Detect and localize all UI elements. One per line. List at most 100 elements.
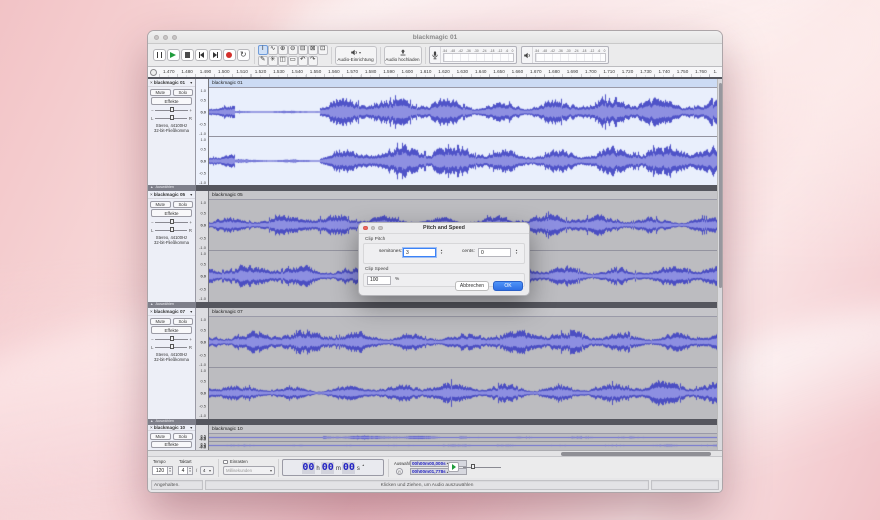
select-button[interactable]: Auswählen — [155, 420, 174, 424]
audio-setup-button[interactable]: ▾ Audio-Einrichtung — [335, 46, 377, 65]
selection-tool-button[interactable]: I — [258, 45, 268, 55]
ok-button[interactable]: OK — [493, 281, 523, 291]
vertical-scale-ruler[interactable]: 1.00.50.0-0.5-1.01.00.50.0-0.5-1.0 — [196, 79, 209, 191]
clip-title[interactable]: blackmagic 10 — [209, 425, 722, 434]
waveform-channel[interactable] — [209, 442, 722, 449]
slider-thumb[interactable] — [170, 107, 174, 112]
solo-button[interactable]: Solo — [173, 89, 194, 96]
record-button[interactable] — [223, 49, 236, 62]
pause-button[interactable] — [153, 49, 166, 62]
track-name[interactable]: blackmagic 07 — [154, 309, 189, 314]
select-button[interactable]: Auswählen — [155, 303, 174, 307]
mute-button[interactable]: Mute — [150, 433, 171, 440]
clip-area[interactable]: blackmagic 07 — [209, 308, 722, 425]
effects-button[interactable]: Effekte — [151, 97, 192, 105]
vertical-scale-ruler[interactable]: 1.00.50.0-0.5-1.01.00.50.0-0.5-1.0 — [196, 308, 209, 425]
skip-start-button[interactable] — [195, 49, 208, 62]
waveform-channel[interactable] — [209, 368, 722, 418]
play-speed-slider-thumb[interactable] — [471, 464, 475, 469]
clip-title[interactable]: blackmagic 07 — [209, 308, 722, 317]
envelope-tool-button[interactable]: ∿ — [268, 45, 278, 55]
collapse-icon[interactable]: ▲ — [150, 303, 153, 307]
cents-input[interactable]: 0 — [478, 248, 511, 257]
waveform-channel[interactable] — [209, 137, 722, 185]
audio-position-display[interactable]: 00h 00m 00s ▴ — [282, 459, 384, 476]
slider-thumb[interactable] — [170, 115, 174, 120]
track-close-icon[interactable]: × — [150, 80, 153, 85]
track-menu-caret-icon[interactable]: ▼ — [190, 193, 193, 197]
semitones-stepper[interactable]: ▲▼ — [439, 248, 444, 257]
vertical-scrollbar-thumb[interactable] — [719, 83, 723, 288]
track-menu-caret-icon[interactable]: ▼ — [190, 310, 193, 314]
pan-slider[interactable]: LR — [151, 344, 192, 350]
mute-button[interactable]: Mute — [150, 201, 171, 208]
fit-project-button[interactable]: ⊡ — [318, 45, 328, 55]
skip-end-button[interactable] — [209, 49, 222, 62]
clip-speed-input[interactable]: 100 — [367, 276, 391, 285]
waveform-channel[interactable] — [209, 88, 722, 136]
slider-thumb[interactable] — [170, 219, 174, 224]
clip-title[interactable]: blackmagic 01 — [209, 79, 722, 88]
cents-stepper[interactable]: ▲▼ — [514, 248, 519, 257]
timeline-options-icon[interactable] — [150, 69, 157, 76]
undo-button[interactable]: ↶ — [298, 56, 308, 66]
clip-area[interactable]: blackmagic 10 — [209, 425, 722, 450]
pan-slider[interactable]: LR — [151, 115, 192, 121]
time-format-caret-icon[interactable]: ▴ — [362, 463, 364, 467]
trim-audio-button[interactable]: ◫ — [278, 56, 288, 66]
mute-button[interactable]: Mute — [150, 318, 171, 325]
vertical-scale-ruler[interactable]: 1.00.50.0-0.5-1.01.00.50.0-0.5-1.0 — [196, 425, 209, 450]
waveform-channel[interactable] — [209, 317, 722, 367]
time-sig-upper-stepper[interactable]: ▲▼ — [188, 466, 193, 475]
effects-button[interactable]: Effekte — [151, 209, 192, 217]
collapse-icon[interactable]: ▲ — [150, 186, 153, 190]
zoom-out-button[interactable]: ⊖ — [288, 45, 298, 55]
stop-button[interactable] — [181, 49, 194, 62]
effects-button[interactable]: Effekte — [151, 441, 192, 448]
track-close-icon[interactable]: × — [150, 309, 153, 314]
loop-button[interactable]: ↻ — [237, 49, 250, 62]
collapse-icon[interactable]: ▲ — [150, 420, 153, 424]
time-sig-upper-input[interactable]: 4 — [178, 466, 188, 475]
share-audio-button[interactable]: Audio hochladen — [384, 46, 422, 65]
track-close-icon[interactable]: × — [150, 192, 153, 197]
cancel-button[interactable]: Abbrechen — [455, 281, 489, 291]
gain-slider[interactable]: −+ — [151, 336, 192, 342]
waveform-channel[interactable] — [209, 434, 722, 441]
play-at-speed-button[interactable] — [448, 462, 459, 472]
multi-tool-button[interactable]: ✳ — [268, 56, 278, 66]
track-name[interactable]: blackmagic 01 — [154, 80, 189, 85]
track-name[interactable]: blackmagic 05 — [154, 192, 189, 197]
playback-meter[interactable]: -54-48-42-36-30-24-18-12-60 — [521, 46, 609, 64]
select-button[interactable]: Auswählen — [155, 186, 174, 190]
solo-button[interactable]: Solo — [173, 433, 194, 440]
slider-thumb[interactable] — [170, 336, 174, 341]
horizontal-scrollbar-thumb[interactable] — [561, 452, 711, 456]
window-titlebar[interactable]: blackmagic 01 — [148, 31, 722, 44]
tempo-input[interactable]: 120 — [152, 466, 168, 475]
timeline-ruler[interactable]: 1.4701.4801.4901.5001.5101.5201.5301.540… — [159, 67, 717, 77]
solo-button[interactable]: Solo — [173, 201, 194, 208]
vertical-scale-ruler[interactable]: 1.00.50.0-0.5-1.01.00.50.0-0.5-1.0 — [196, 191, 209, 308]
clip-area[interactable]: blackmagic 01 — [209, 79, 722, 191]
play-speed-slider[interactable] — [463, 467, 501, 468]
effects-button[interactable]: Effekte — [151, 326, 192, 334]
snapping-checkbox[interactable] — [223, 460, 228, 465]
track-name[interactable]: blackmagic 10 — [154, 425, 189, 430]
time-sig-lower-select[interactable]: 4▾ — [200, 466, 214, 475]
clip-title[interactable]: blackmagic 05 — [209, 191, 722, 200]
slider-thumb[interactable] — [170, 227, 174, 232]
recording-meter[interactable]: -54-48-42-36-30-24-18-12-60 — [429, 46, 517, 64]
snapping-select[interactable]: Millisekunden▾ — [223, 466, 275, 475]
gain-slider[interactable]: −+ — [151, 107, 192, 113]
semitones-input[interactable]: 3 — [403, 248, 436, 257]
pan-slider[interactable]: LR — [151, 227, 192, 233]
redo-button[interactable]: ↷ — [308, 56, 318, 66]
play-button[interactable] — [167, 49, 180, 62]
mute-button[interactable]: Mute — [150, 89, 171, 96]
silence-audio-button[interactable]: ▭ — [288, 56, 298, 66]
gain-slider[interactable]: −+ — [151, 219, 192, 225]
zoom-toggle-button[interactable]: ⊠ — [308, 45, 318, 55]
zoom-selection-button[interactable]: ⊟ — [298, 45, 308, 55]
dialog-titlebar[interactable]: Pitch and Speed — [359, 223, 529, 234]
